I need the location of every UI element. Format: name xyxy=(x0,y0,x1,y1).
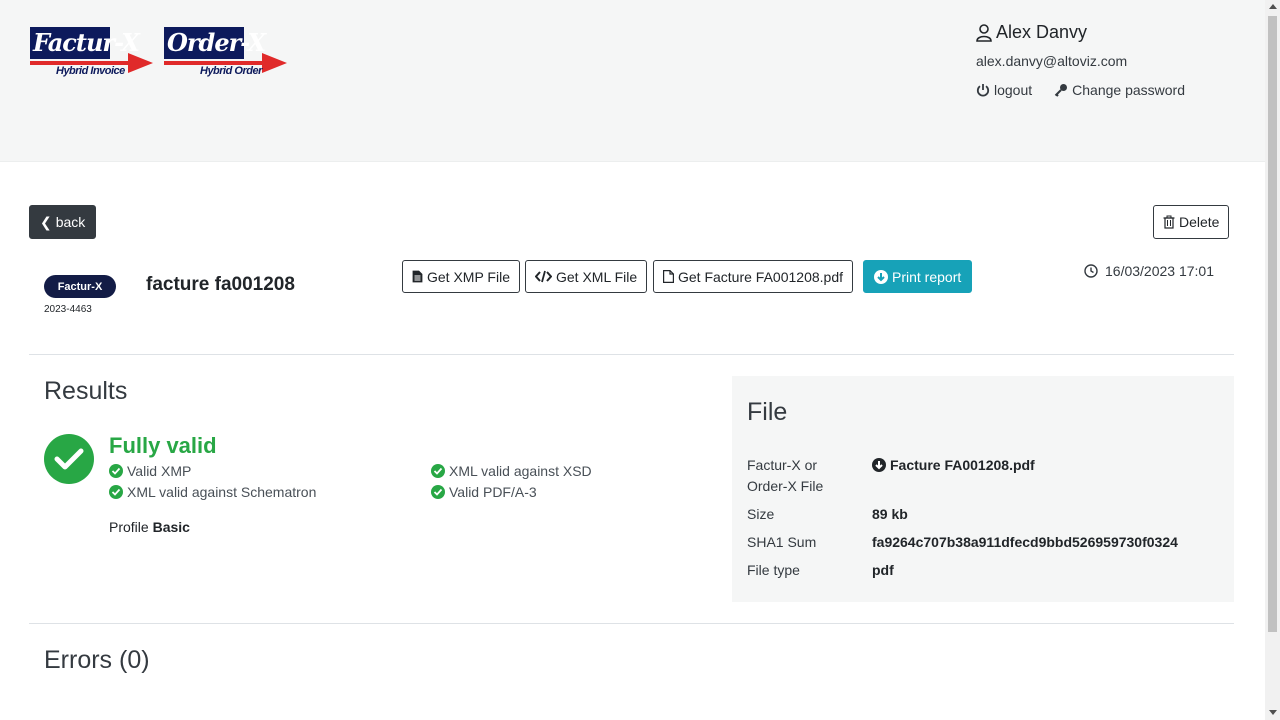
profile-value: Basic xyxy=(152,519,190,535)
datetime-value: 16/03/2023 17:01 xyxy=(1105,263,1214,279)
file-row-value: pdf xyxy=(872,562,894,578)
print-report-button[interactable]: Print report xyxy=(863,260,973,293)
user-name-row: Alex Danvy xyxy=(976,22,1087,43)
document-datetime: 16/03/2023 17:01 xyxy=(1084,263,1214,279)
chevron-left-icon: ❮ xyxy=(40,213,52,230)
profile-label: Profile xyxy=(109,519,149,535)
orderx-logo-text: Order-X xyxy=(167,28,266,57)
check-circle-icon xyxy=(431,485,445,499)
back-label: back xyxy=(55,214,86,230)
profile-line: Profile Basic xyxy=(109,519,190,535)
orderx-logo-arrowhead xyxy=(262,53,287,73)
download-circle-icon xyxy=(872,458,886,472)
file-row-label: Size xyxy=(747,506,775,522)
document-reference: 2023-4463 xyxy=(44,304,92,315)
check-circle-icon xyxy=(109,485,123,499)
page-scrollbar[interactable] xyxy=(1265,0,1280,720)
get-xmp-button[interactable]: Get XMP File xyxy=(402,260,520,293)
power-icon xyxy=(976,84,990,97)
change-password-link[interactable]: Change password xyxy=(1054,82,1185,98)
get-xml-label: Get XML File xyxy=(556,268,638,285)
check-label: Valid XMP xyxy=(127,463,192,479)
file-title: File xyxy=(747,398,788,426)
print-report-label: Print report xyxy=(892,268,962,285)
user-name: Alex Danvy xyxy=(996,22,1088,42)
get-xmp-label: Get XMP File xyxy=(427,268,510,285)
user-links: logout Change password xyxy=(976,82,1185,98)
clock-icon xyxy=(1084,264,1098,278)
file-row-label: Factur-X or Order-X File xyxy=(747,457,824,494)
change-password-label: Change password xyxy=(1072,82,1186,98)
check-label: Valid PDF/A-3 xyxy=(449,484,537,500)
back-button[interactable]: ❮ back xyxy=(29,205,97,239)
file-row-label: File type xyxy=(747,562,800,578)
trash-icon xyxy=(1163,215,1175,229)
document-type-badge: Factur-X xyxy=(44,275,116,298)
check-circle-icon xyxy=(109,464,123,478)
get-xml-button[interactable]: Get XML File xyxy=(525,260,648,293)
file-row-value: Facture FA001208.pdf xyxy=(890,457,1035,473)
check-label: XML valid against XSD xyxy=(449,463,592,479)
file-download-link[interactable]: Facture FA001208.pdf xyxy=(872,457,1035,473)
validation-status: Fully valid xyxy=(109,433,217,458)
facturx-logo-text: Factur-X xyxy=(33,28,140,57)
delete-button[interactable]: Delete xyxy=(1153,205,1230,239)
file-icon xyxy=(663,270,674,283)
get-pdf-button[interactable]: Get Facture FA001208.pdf xyxy=(653,260,853,293)
facturx-logo[interactable]: Factur-X Hybrid Invoice xyxy=(30,27,155,87)
results-title: Results xyxy=(44,377,128,405)
get-pdf-label: Get Facture FA001208.pdf xyxy=(678,268,843,285)
file-row-label: SHA1 Sum xyxy=(747,534,817,550)
check-item: XML valid against Schematron xyxy=(109,484,316,500)
check-label: XML valid against Schematron xyxy=(127,484,317,500)
document-title: facture fa001208 xyxy=(146,274,295,295)
file-row-value: fa9264c707b38a911dfecd9bbd526959730f0324 xyxy=(872,534,1178,550)
facturx-logo-sub: Hybrid Invoice xyxy=(56,65,125,77)
orderx-logo[interactable]: Order-X Hybrid Order xyxy=(164,27,289,87)
check-item: XML valid against XSD xyxy=(431,463,592,479)
user-icon xyxy=(976,23,992,42)
orderx-logo-sub: Hybrid Order xyxy=(200,65,262,77)
logout-link[interactable]: logout xyxy=(976,82,1032,98)
scroll-down-icon[interactable] xyxy=(1269,710,1277,715)
download-circle-icon xyxy=(874,269,888,284)
delete-label: Delete xyxy=(1179,214,1220,230)
check-item: Valid XMP xyxy=(109,463,191,479)
file-panel: File Factur-X or Order-X File Facture FA… xyxy=(732,376,1234,602)
facturx-logo-arrowhead xyxy=(128,53,153,73)
valid-check-icon xyxy=(44,434,94,484)
check-circle-icon xyxy=(431,464,445,478)
page-header: Factur-X Hybrid Invoice Order-X Hybrid O… xyxy=(0,0,1265,162)
code-icon xyxy=(535,270,552,283)
scrollbar-thumb[interactable] xyxy=(1268,16,1277,632)
file-row-value: 89 kb xyxy=(872,506,908,522)
errors-title: Errors (0) xyxy=(44,646,150,674)
user-email: alex.danvy@altoviz.com xyxy=(976,53,1128,69)
logout-label: logout xyxy=(994,82,1033,98)
key-icon xyxy=(1054,84,1068,97)
scroll-up-icon[interactable] xyxy=(1269,4,1277,9)
divider-bottom xyxy=(29,623,1234,624)
file-text-icon xyxy=(412,270,423,283)
divider-top xyxy=(29,354,1234,355)
check-item: Valid PDF/A-3 xyxy=(431,484,537,500)
